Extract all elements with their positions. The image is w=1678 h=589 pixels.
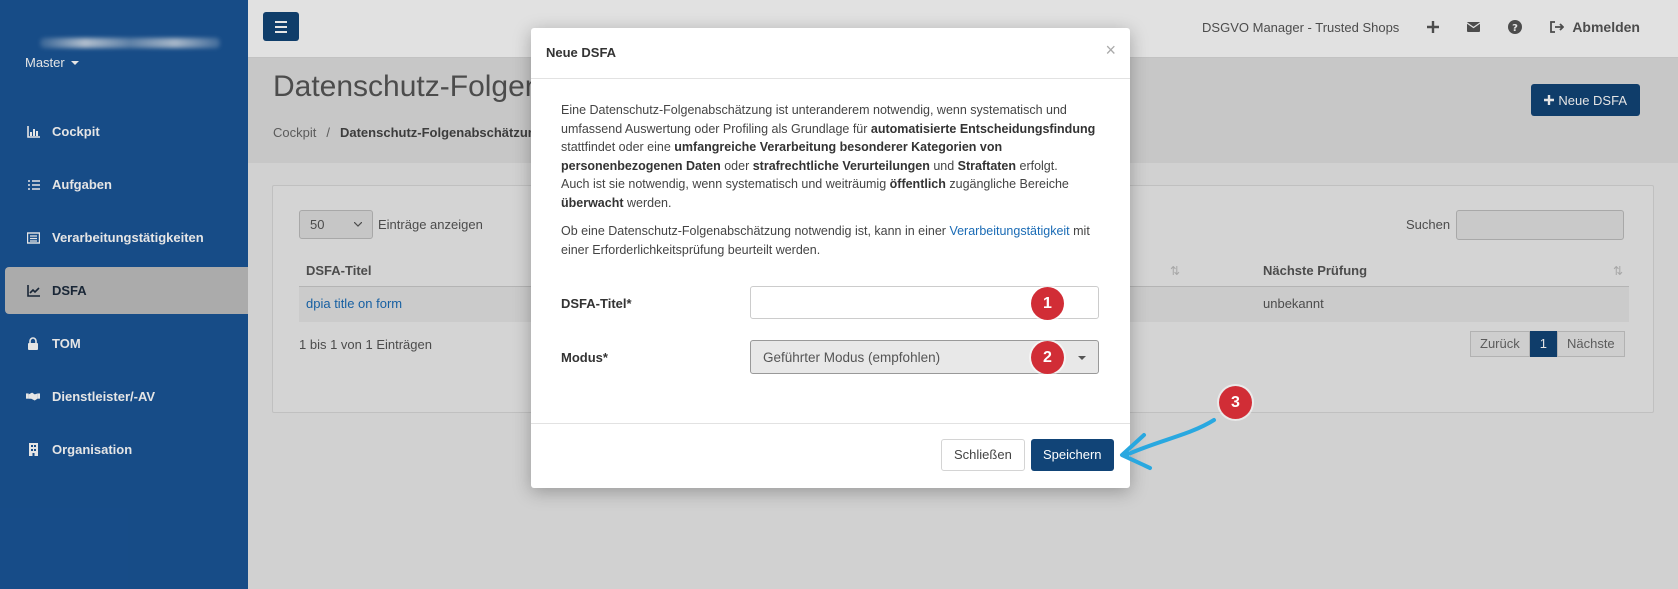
- description-paragraph: Ob eine Datenschutz-Folgenabschätzung no…: [561, 224, 1090, 257]
- close-button[interactable]: Schließen: [941, 439, 1025, 471]
- save-button[interactable]: Speichern: [1031, 439, 1114, 471]
- pointer-arrow-icon: [1120, 418, 1216, 470]
- caret-down-icon: [1078, 356, 1086, 360]
- modal-title: Neue DSFA: [546, 45, 617, 60]
- processing-activity-link[interactable]: Verarbeitungstätigkeit: [949, 224, 1069, 238]
- close-icon[interactable]: ×: [1105, 40, 1116, 61]
- description-paragraph: Eine Datenschutz-Folgenabschätzung ist u…: [561, 103, 1096, 210]
- new-dsfa-modal: Neue DSFA × Eine Datenschutz-Folgenabsch…: [531, 28, 1130, 488]
- step-marker-1: 1: [1031, 287, 1064, 320]
- mode-select-value: Geführter Modus (empfohlen): [763, 349, 941, 365]
- modal-footer: Schließen Speichern: [531, 423, 1130, 488]
- modal-description: Eine Datenschutz-Folgenabschätzung ist u…: [561, 101, 1101, 269]
- step-marker-3: 3: [1219, 386, 1252, 419]
- modal-header: Neue DSFA ×: [531, 28, 1130, 79]
- mode-label: Modus*: [561, 350, 608, 365]
- step-marker-2: 2: [1031, 341, 1064, 374]
- dsfa-title-label: DSFA-Titel*: [561, 296, 632, 311]
